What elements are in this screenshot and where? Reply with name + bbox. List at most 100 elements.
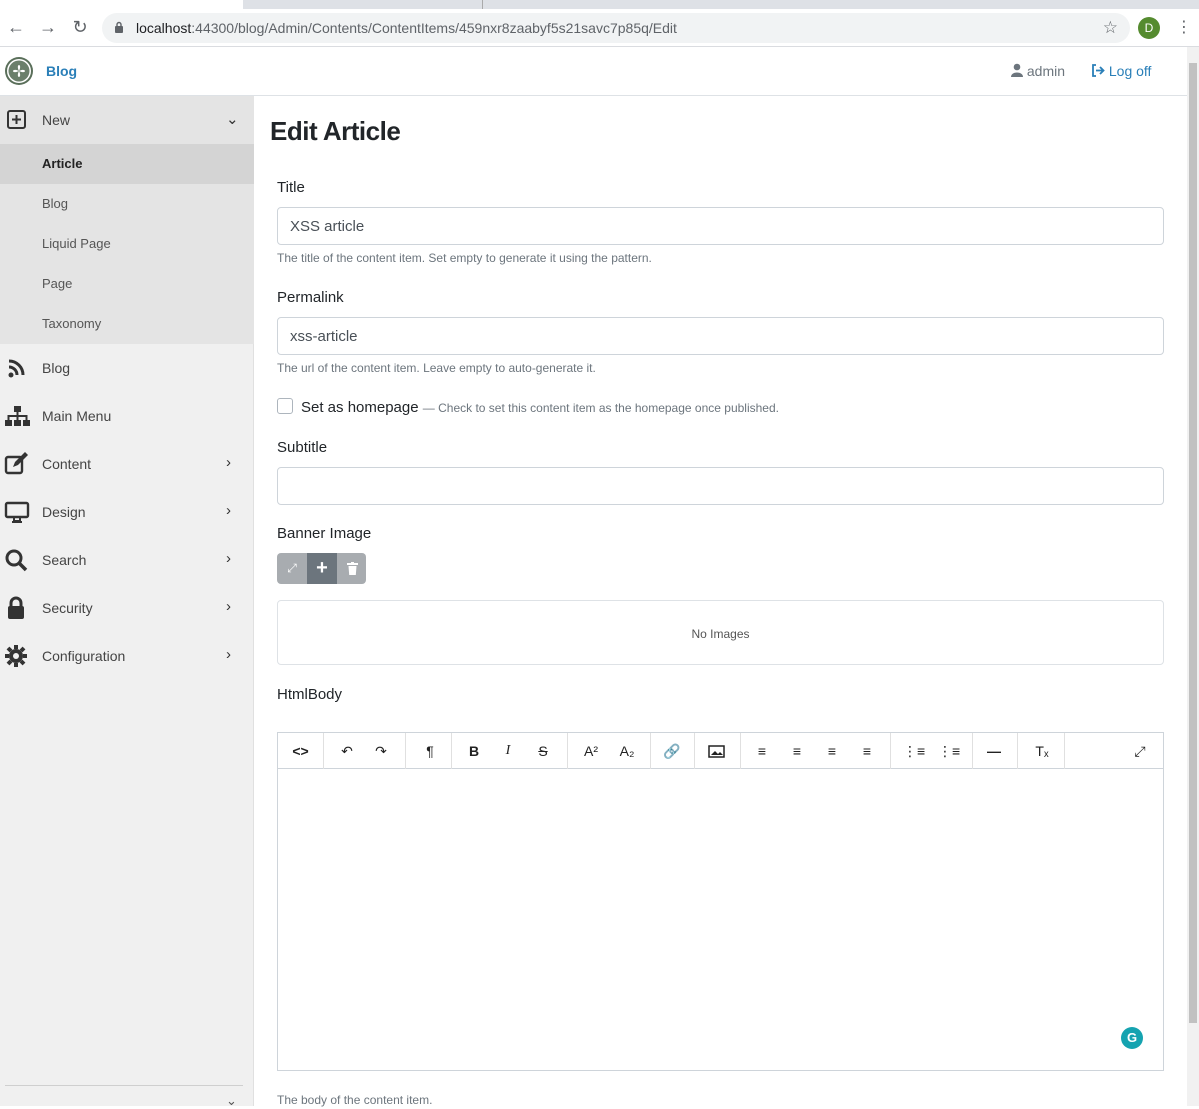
sidebar-sub-article[interactable]: Article (0, 144, 254, 184)
sidebar-sub-taxonomy[interactable]: Taxonomy (0, 304, 254, 344)
title-label: Title (277, 179, 305, 196)
browser-tab[interactable] (243, 0, 483, 9)
back-icon[interactable]: ← (6, 17, 26, 37)
profile-avatar[interactable]: D (1138, 17, 1160, 39)
htmlbody-label: HtmlBody (277, 686, 343, 703)
permalink-input[interactable] (277, 317, 1164, 355)
subtitle-label: Subtitle (277, 439, 328, 456)
chevron-right-icon: › (226, 598, 231, 615)
sidebar-sub-liquid-page[interactable]: Liquid Page (0, 224, 254, 264)
grammarly-icon[interactable]: G (1121, 1027, 1143, 1049)
sidebar-item-new[interactable]: New ⌄ (0, 96, 254, 144)
code-view-icon[interactable]: <> (278, 733, 323, 769)
sidebar-item-main-menu[interactable]: Main Menu (0, 392, 254, 440)
title-hint: The title of the content item. Set empty… (277, 251, 652, 265)
redo-icon[interactable]: ↷ (370, 733, 392, 769)
horizontal-rule-icon[interactable]: — (984, 733, 1004, 769)
fullscreen-icon[interactable]: ⤢ (1128, 733, 1152, 769)
chevron-down-icon: ⌄ (226, 111, 239, 128)
app-header: Blog admin Log off (0, 47, 1187, 96)
image-icon[interactable] (704, 733, 728, 769)
browser-tabstrip (0, 0, 1199, 9)
sidebar-item-blog[interactable]: Blog (0, 344, 254, 392)
html-editor: <> ↶ ↷ ¶ B I S A² A₂ 🔗 ≡ ≡ ≡ ≡ ⋮≡ ⋮≡ — T… (277, 732, 1164, 1071)
reload-icon[interactable]: ↻ (70, 17, 90, 37)
sidebar-new-section: New ⌄ Article Blog Liquid Page Page Taxo… (0, 96, 254, 344)
sign-out-icon (1092, 64, 1105, 77)
superscript-icon[interactable]: A² (580, 733, 602, 769)
add-media-button[interactable]: + (307, 553, 337, 584)
banner-media-toolbar: ⤢ + (277, 553, 366, 584)
sidebar-item-design[interactable]: Design › (0, 488, 254, 536)
rss-icon (8, 359, 25, 378)
admin-sidebar: New ⌄ Article Blog Liquid Page Page Taxo… (0, 96, 254, 1109)
undo-icon[interactable]: ↶ (336, 733, 358, 769)
ordered-list-icon[interactable]: ⋮≡ (938, 733, 960, 769)
sidebar-sub-page[interactable]: Page (0, 264, 254, 304)
chevron-right-icon: › (226, 454, 231, 471)
forward-icon[interactable]: → (38, 17, 58, 37)
paragraph-format-icon[interactable]: ¶ (418, 733, 442, 769)
browser-toolbar: ← → ↻ localhost:44300/blog/Admin/Content… (0, 9, 1199, 47)
compress-icon[interactable]: ⤢ (277, 553, 307, 584)
sidebar-sub-blog[interactable]: Blog (0, 184, 254, 224)
desktop-icon (4, 501, 30, 523)
scrollbar-thumb[interactable] (1189, 63, 1197, 1023)
align-center-icon[interactable]: ≡ (787, 733, 807, 769)
chevron-right-icon: › (226, 646, 231, 663)
permalink-label: Permalink (277, 289, 344, 306)
cog-icon (5, 645, 27, 667)
page-title: Edit Article (270, 116, 401, 146)
user-icon (1011, 63, 1023, 77)
clear-formatting-icon[interactable]: Tₓ (1030, 733, 1054, 769)
title-input[interactable] (277, 207, 1164, 245)
lock-icon (115, 21, 123, 33)
align-left-icon[interactable]: ≡ (752, 733, 772, 769)
page-scrollbar[interactable] (1187, 47, 1199, 1106)
italic-icon[interactable]: I (498, 733, 518, 769)
lock-icon (8, 596, 24, 619)
link-icon[interactable]: 🔗 (660, 733, 684, 769)
sidebar-item-content[interactable]: Content › (0, 440, 254, 488)
chevron-right-icon: › (226, 550, 231, 567)
sidebar-item-search[interactable]: Search › (0, 536, 254, 584)
sidebar-divider (5, 1085, 243, 1086)
subtitle-input[interactable] (277, 467, 1164, 505)
editor-toolbar: <> ↶ ↷ ¶ B I S A² A₂ 🔗 ≡ ≡ ≡ ≡ ⋮≡ ⋮≡ — T… (278, 733, 1163, 769)
strikethrough-icon[interactable]: S (532, 733, 554, 769)
browser-tab-active[interactable] (0, 0, 243, 9)
address-bar[interactable]: localhost:44300/blog/Admin/Contents/Cont… (102, 13, 1130, 43)
sidebar-item-label: New (42, 112, 71, 128)
homepage-checkbox[interactable] (277, 398, 293, 414)
user-menu[interactable]: admin (1011, 63, 1065, 79)
homepage-hint: — Check to set this content item as the … (422, 401, 779, 415)
collapse-sidebar-icon[interactable]: ⌄ (226, 1093, 237, 1109)
browser-menu-icon[interactable]: ⋮ (1176, 17, 1192, 37)
trash-icon[interactable] (337, 553, 366, 584)
url-text: localhost:44300/blog/Admin/Contents/Cont… (136, 20, 677, 36)
homepage-label[interactable]: Set as homepage — Check to set this cont… (301, 399, 779, 416)
brand-name[interactable]: Blog (46, 63, 77, 79)
banner-image-list: No Images (277, 600, 1164, 665)
subscript-icon[interactable]: A₂ (616, 733, 638, 769)
banner-image-label: Banner Image (277, 525, 372, 542)
sidebar-item-configuration[interactable]: Configuration › (0, 632, 254, 680)
sitemap-icon (5, 406, 30, 426)
bold-icon[interactable]: B (464, 733, 484, 769)
logoff-link[interactable]: Log off (1091, 63, 1151, 79)
sidebar-item-security[interactable]: Security › (0, 584, 254, 632)
main-content: Edit Article Title The title of the cont… (254, 96, 1187, 1107)
chevron-right-icon: › (226, 502, 231, 519)
bookmark-star-icon[interactable]: ☆ (1103, 18, 1118, 38)
search-icon (5, 549, 28, 572)
edit-icon (4, 452, 28, 475)
orchard-logo[interactable] (5, 57, 33, 85)
editor-content-area[interactable] (278, 770, 1163, 1070)
permalink-hint: The url of the content item. Leave empty… (277, 361, 596, 375)
align-right-icon[interactable]: ≡ (822, 733, 842, 769)
unordered-list-icon[interactable]: ⋮≡ (903, 733, 925, 769)
no-images-text: No Images (691, 627, 750, 641)
plus-square-icon (7, 110, 26, 129)
align-justify-icon[interactable]: ≡ (857, 733, 877, 769)
logoff-label: Log off (1108, 63, 1152, 79)
